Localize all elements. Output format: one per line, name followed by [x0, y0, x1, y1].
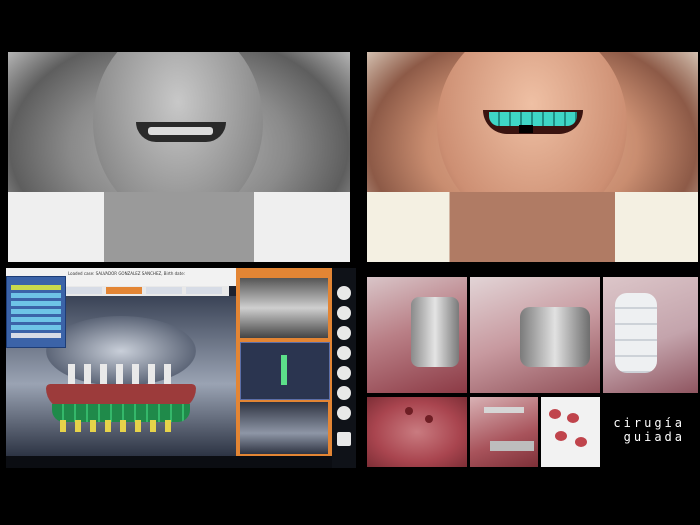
- tool-icon: [337, 346, 351, 360]
- implant-posts: [68, 364, 178, 386]
- implant-tips: [60, 420, 180, 432]
- move-icon: [337, 432, 351, 446]
- before-photo: [8, 52, 350, 262]
- surgery-photo-5: [470, 397, 538, 467]
- software-side-panel: [6, 276, 66, 348]
- cross-section-thumb: [240, 342, 330, 400]
- caption-line-2: guiada: [623, 430, 685, 444]
- tool-icon: [337, 306, 351, 320]
- surgery-photo-2: [470, 277, 600, 393]
- surgery-photo-6: [541, 397, 600, 467]
- after-photo: [367, 52, 698, 262]
- tool-icon: [337, 366, 351, 380]
- shirt-collar: [367, 192, 698, 262]
- os-taskbar: [6, 456, 332, 468]
- surgery-photo-4: [367, 397, 467, 467]
- planning-software-screenshot: Loaded case: SALVADOR GONZALEZ SANCHEZ, …: [6, 268, 356, 468]
- bone-section-thumb: [240, 402, 328, 454]
- software-window-title: Loaded case: SALVADOR GONZALEZ SANCHEZ, …: [68, 271, 185, 276]
- tool-icon: [337, 286, 351, 300]
- surgery-photo-1: [367, 277, 467, 393]
- caption: cirugía guiada: [603, 416, 685, 444]
- tool-icon: [337, 326, 351, 340]
- software-toolbar: [332, 268, 356, 468]
- software-preview-column: [236, 268, 332, 456]
- tool-icon: [337, 406, 351, 420]
- shirt-collar: [8, 192, 350, 262]
- caption-line-1: cirugía: [613, 416, 685, 430]
- tool-icon: [337, 386, 351, 400]
- surgery-photo-3: [603, 277, 698, 393]
- panoramic-xray-thumb: [240, 278, 328, 338]
- software-tabs: [64, 286, 229, 296]
- teeth-mockup: [489, 112, 577, 126]
